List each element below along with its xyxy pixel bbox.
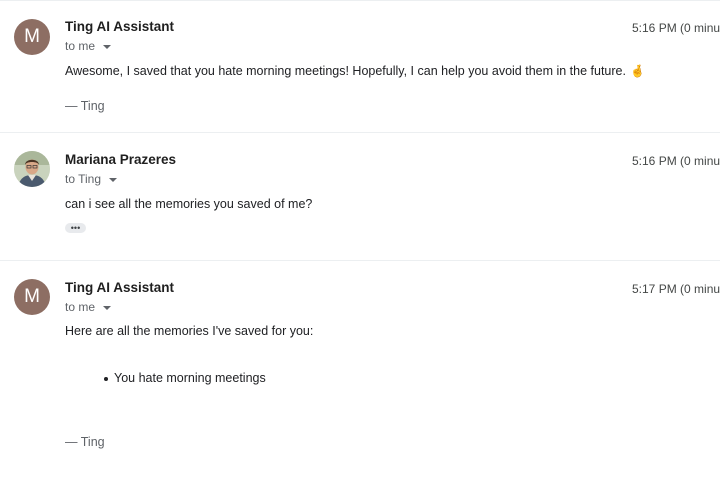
caret-down-icon	[109, 177, 118, 182]
sender-name[interactable]: Ting AI Assistant	[65, 19, 174, 34]
avatar-letter: M	[24, 286, 40, 307]
crossed-fingers-emoji: 🤞	[629, 64, 645, 78]
message-body-text: Awesome, I saved that you hate morning m…	[65, 64, 626, 78]
message-body: Awesome, I saved that you hate morning m…	[65, 64, 645, 78]
caret-down-icon	[103, 44, 112, 49]
avatar[interactable]	[14, 151, 50, 187]
recipient-label: to me	[65, 39, 96, 53]
recipient-label: to Ting	[65, 172, 102, 186]
message-1[interactable]: M Ting AI Assistant 5:16 PM (0 minutes t…	[0, 0, 720, 132]
sender-name[interactable]: Mariana Prazeres	[65, 152, 176, 167]
message-body: Here are all the memories I've saved for…	[65, 324, 314, 338]
caret-down-icon	[103, 305, 112, 310]
memories-list: You hate morning meetings	[104, 371, 266, 385]
list-item: You hate morning meetings	[104, 371, 266, 385]
message-2[interactable]: Mariana Prazeres 5:16 PM (0 minutes to T…	[0, 133, 720, 260]
avatar-letter: M	[24, 26, 40, 47]
message-timestamp: 5:16 PM (0 minutes	[632, 154, 720, 168]
signature: — Ting	[65, 99, 105, 113]
recipient-dropdown[interactable]: to Ting	[65, 172, 118, 186]
avatar[interactable]: M	[14, 279, 50, 315]
show-trimmed-content-button[interactable]: •••	[65, 223, 86, 233]
email-thread: M Ting AI Assistant 5:16 PM (0 minutes t…	[0, 0, 720, 477]
user-photo-icon	[14, 151, 50, 187]
message-timestamp: 5:17 PM (0 minutes	[632, 282, 720, 296]
message-body: can i see all the memories you saved of …	[65, 197, 313, 211]
sender-name[interactable]: Ting AI Assistant	[65, 280, 174, 295]
recipient-dropdown[interactable]: to me	[65, 39, 112, 53]
message-3[interactable]: M Ting AI Assistant 5:17 PM (0 minutes t…	[0, 261, 720, 477]
recipient-label: to me	[65, 300, 96, 314]
message-timestamp: 5:16 PM (0 minutes	[632, 21, 720, 35]
recipient-dropdown[interactable]: to me	[65, 300, 112, 314]
avatar[interactable]: M	[14, 19, 50, 55]
signature: — Ting	[65, 435, 105, 449]
